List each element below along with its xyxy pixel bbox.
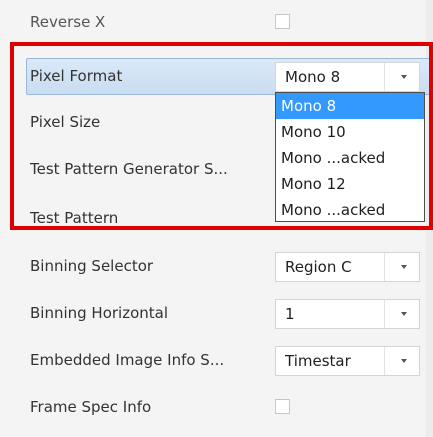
- dropdown-option-mono-10[interactable]: Mono 10: [276, 119, 424, 145]
- binning-horizontal-value: 1: [285, 305, 295, 323]
- binning-horizontal-combo[interactable]: 1: [275, 299, 420, 329]
- chevron-down-icon[interactable]: [401, 359, 407, 363]
- dropdown-option-mono-packed-1[interactable]: Mono ...acked: [276, 145, 424, 171]
- test-pattern-generator-label: Test Pattern Generator S...: [30, 160, 228, 178]
- chevron-down-icon[interactable]: [401, 75, 407, 79]
- binning-horizontal-label: Binning Horizontal: [30, 304, 169, 322]
- chevron-down-icon[interactable]: [401, 265, 407, 269]
- combo-separator: [384, 253, 385, 281]
- frame-spec-info-label: Frame Spec Info: [30, 398, 152, 416]
- dropdown-option-mono-12[interactable]: Mono 12: [276, 171, 424, 197]
- combo-separator: [384, 63, 385, 91]
- embedded-image-info-label: Embedded Image Info S...: [30, 351, 225, 369]
- pixel-format-dropdown-list[interactable]: Mono 8 Mono 10 Mono ...acked Mono 12 Mon…: [275, 92, 425, 222]
- reverse-x-label: Reverse X: [30, 13, 106, 31]
- reverse-x-checkbox[interactable]: [275, 14, 290, 29]
- embedded-image-info-combo[interactable]: Timestar: [275, 346, 420, 376]
- binning-selector-combo[interactable]: Region C: [275, 252, 420, 282]
- row-binning-selector: Binning Selector Region C: [26, 248, 433, 285]
- test-pattern-label: Test Pattern: [30, 209, 119, 227]
- pixel-format-combo[interactable]: Mono 8: [275, 62, 420, 92]
- row-binning-horizontal: Binning Horizontal 1: [26, 295, 433, 332]
- binning-selector-value: Region C: [285, 258, 352, 276]
- row-reverse-x: Reverse X: [26, 4, 433, 41]
- embedded-image-info-value: Timestar: [285, 352, 351, 370]
- pixel-format-label: Pixel Format: [30, 67, 123, 85]
- dropdown-option-mono-8[interactable]: Mono 8: [276, 93, 424, 119]
- binning-selector-label: Binning Selector: [30, 257, 154, 275]
- combo-separator: [384, 300, 385, 328]
- row-embedded-image-info-selector: Embedded Image Info S... Timestar: [26, 342, 433, 379]
- row-pixel-format[interactable]: Pixel Format Mono 8: [26, 58, 433, 95]
- frame-spec-info-checkbox[interactable]: [275, 399, 290, 414]
- chevron-down-icon[interactable]: [401, 312, 407, 316]
- combo-separator: [384, 347, 385, 375]
- dropdown-option-mono-packed-2[interactable]: Mono ...acked: [276, 197, 424, 223]
- pixel-size-label: Pixel Size: [30, 113, 101, 131]
- row-frame-spec-info: Frame Spec Info: [26, 389, 433, 426]
- pixel-format-value: Mono 8: [285, 68, 341, 86]
